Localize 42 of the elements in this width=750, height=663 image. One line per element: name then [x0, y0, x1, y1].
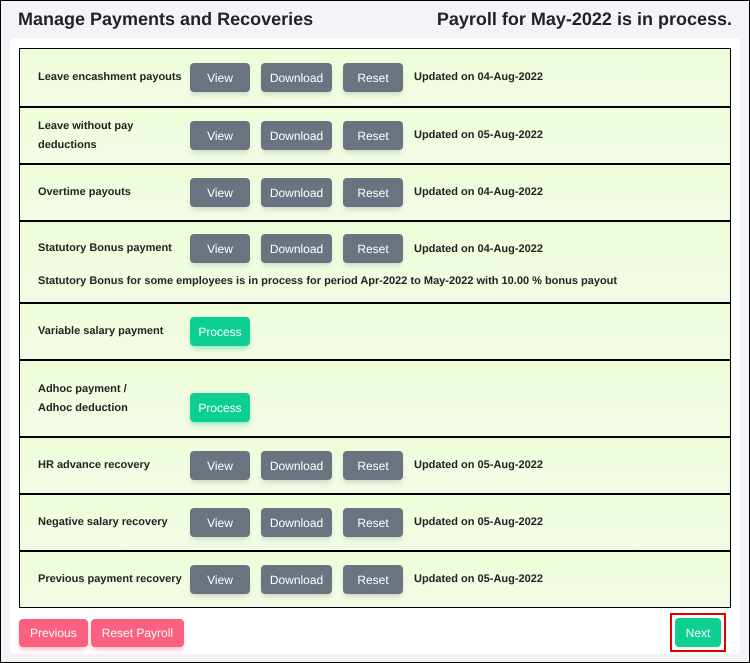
reset-button[interactable]: Reset	[343, 451, 403, 480]
download-button[interactable]: Download	[261, 121, 332, 150]
row-label: Adhoc payment / Adhoc deduction	[38, 382, 129, 416]
updated-date: Updated on 05-Aug-2022	[414, 128, 543, 144]
updated-date: Updated on 05-Aug-2022	[414, 572, 543, 588]
row-label: Statutory Bonus payment	[38, 241, 173, 256]
updated-date: Updated on 04-Aug-2022	[414, 242, 543, 256]
view-button[interactable]: View	[190, 234, 250, 264]
download-button[interactable]: Download	[261, 451, 332, 480]
row-label: Leave encashment payouts	[38, 70, 183, 85]
reset-button[interactable]: Reset	[343, 178, 403, 207]
updated-date: Updated on 05-Aug-2022	[414, 458, 543, 474]
view-button[interactable]: View	[190, 121, 250, 150]
download-button[interactable]: Download	[261, 508, 332, 537]
updated-date: Updated on 05-Aug-2022	[414, 515, 543, 530]
updated-date: Updated on 04-Aug-2022	[414, 185, 543, 200]
previous-button[interactable]: Previous	[19, 618, 88, 646]
reset-button[interactable]: Reset	[343, 508, 403, 537]
row-label: Leave without pay deductions	[38, 118, 134, 152]
reset-button[interactable]: Reset	[343, 234, 403, 264]
row-label: HR advance recovery	[38, 458, 151, 473]
row-label: Variable salary payment	[38, 324, 164, 339]
reset-payroll-button[interactable]: Reset Payroll	[90, 618, 184, 646]
reset-button[interactable]: Reset	[343, 121, 403, 150]
download-button[interactable]: Download	[261, 63, 332, 92]
row-label: Overtime payouts	[38, 185, 132, 200]
download-button[interactable]: Download	[261, 178, 332, 207]
view-button[interactable]: View	[190, 565, 250, 594]
view-button[interactable]: View	[190, 178, 250, 207]
view-button[interactable]: View	[190, 508, 250, 537]
page-title: Manage Payments and Recoveries	[18, 8, 314, 31]
bonus-note: Statutory Bonus for some employees is in process for period Apr-2022 to May-2022 with 10.00 % bonus payout	[38, 274, 618, 290]
updated-date: Updated on 04-Aug-2022	[414, 70, 543, 86]
reset-button[interactable]: Reset	[343, 565, 403, 594]
view-button[interactable]: View	[190, 451, 250, 480]
download-button[interactable]: Download	[261, 234, 332, 264]
reset-button[interactable]: Reset	[343, 63, 403, 92]
row-label: Negative salary recovery	[38, 515, 169, 530]
view-button[interactable]: View	[190, 63, 250, 92]
row-label: Previous payment recovery	[38, 572, 183, 587]
payroll-status: Payroll for May-2022 is in process.	[436, 8, 732, 31]
download-button[interactable]: Download	[261, 565, 332, 594]
